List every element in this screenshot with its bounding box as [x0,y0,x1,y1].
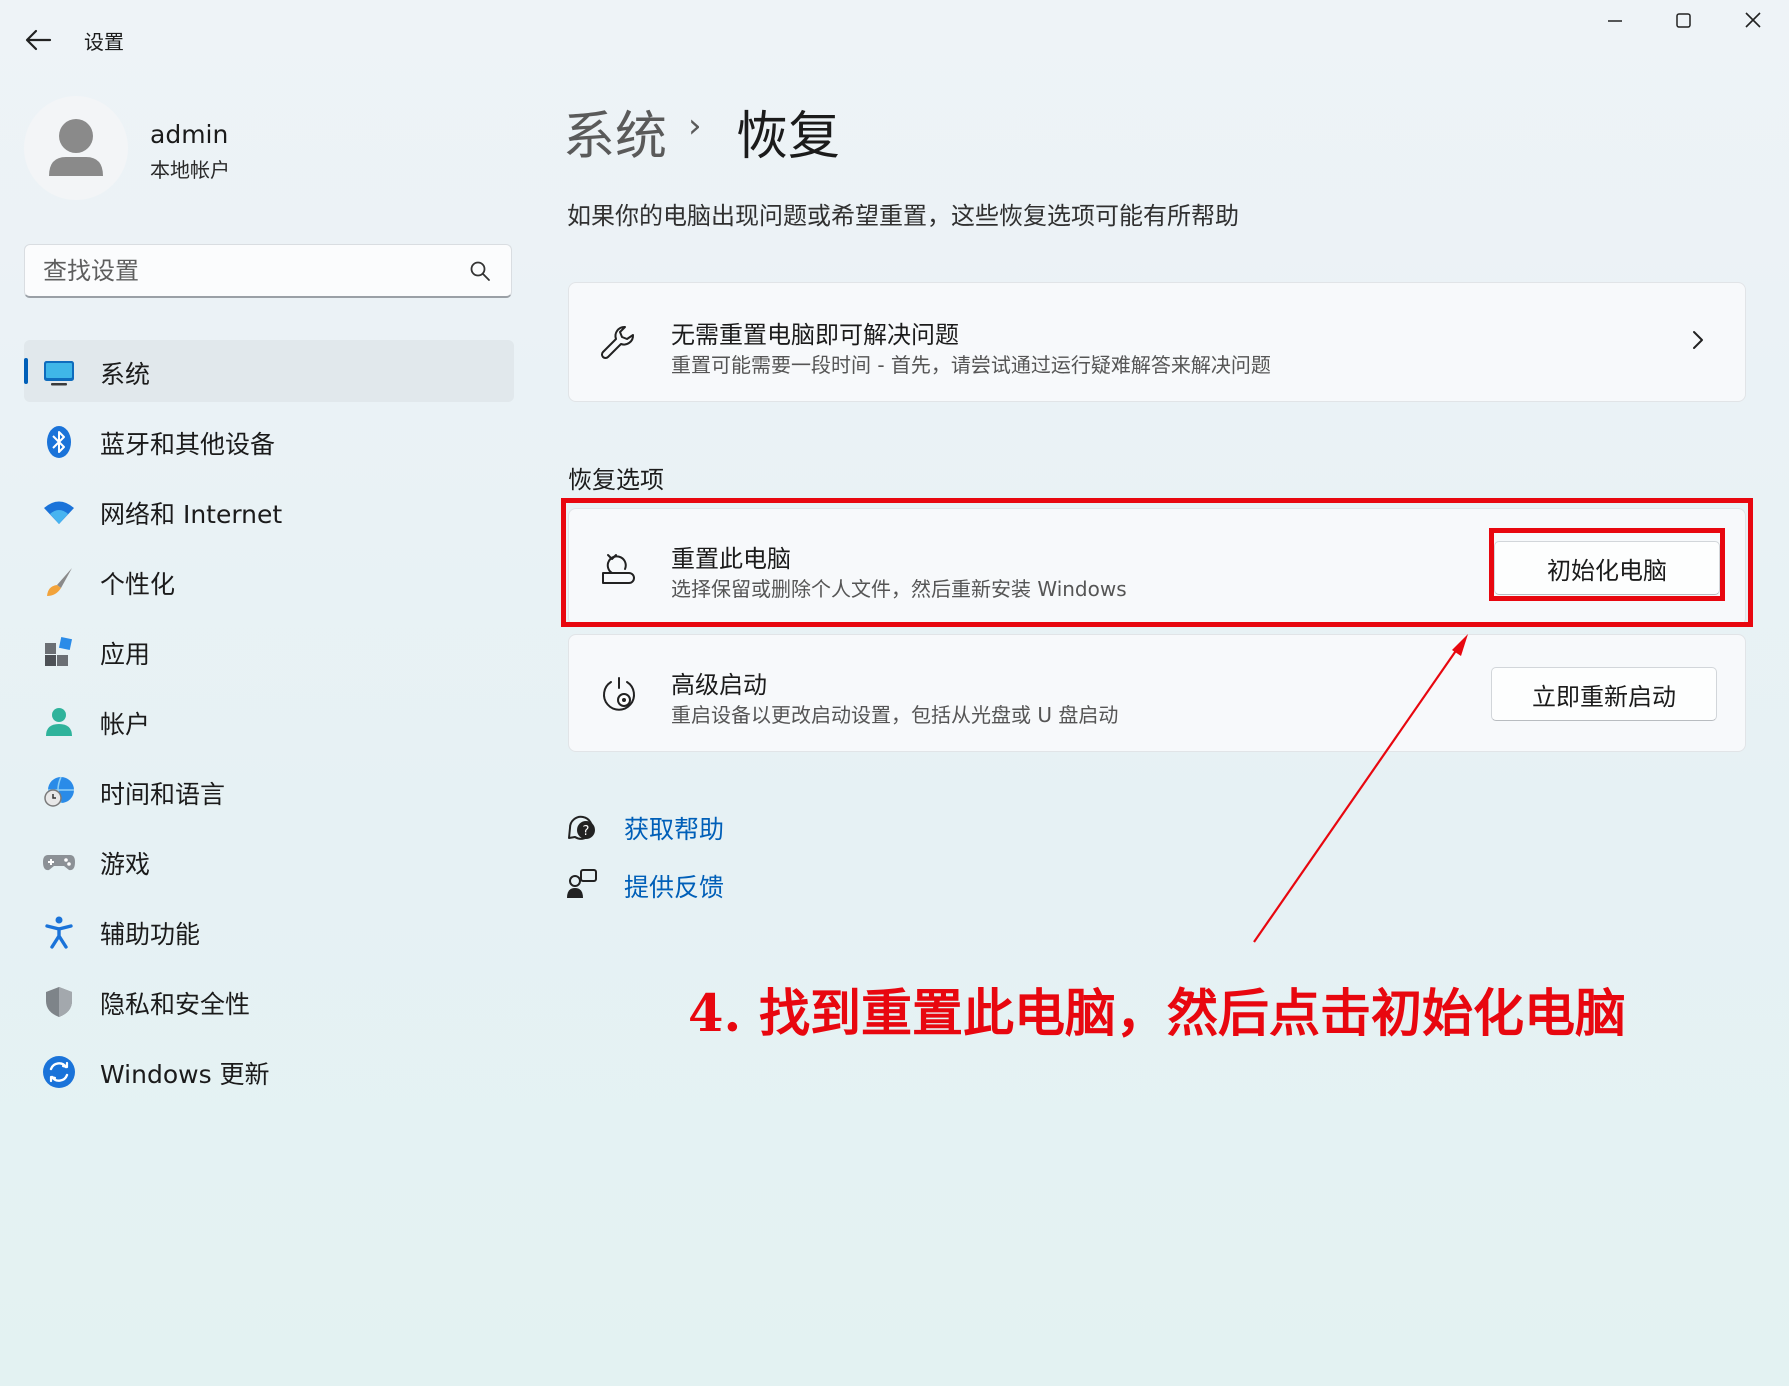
chevron-right-icon [1693,331,1703,349]
nav-label: 系统 [100,360,151,389]
nav-label: 个性化 [100,570,176,599]
feedback-link[interactable]: 提供反馈 [566,868,724,902]
close-button[interactable] [1723,6,1783,36]
arrow-left-icon [25,29,52,51]
breadcrumb-separator: › [688,106,702,146]
nav-label: 隐私和安全性 [100,990,251,1019]
breadcrumb-parent[interactable]: 系统 [563,94,667,169]
search-input[interactable] [43,245,453,297]
nav-label: 应用 [100,640,151,669]
wrench-icon [600,326,634,360]
highlight-reset-button [1489,528,1725,601]
sidebar-item-system[interactable]: 系统 [24,340,514,402]
close-icon [1745,12,1761,28]
system-display-icon [44,361,74,386]
nav-label: 网络和 Internet [100,500,283,529]
advanced-startup-card: 高级启动 重启设备以更改启动设置，包括从光盘或 U 盘启动 立即重新启动 [568,634,1746,752]
search-icon[interactable] [469,260,491,282]
maximize-button[interactable] [1653,6,1713,36]
feedback-label[interactable]: 提供反馈 [624,868,724,904]
apps-icon [45,636,73,666]
sidebar-item-apps[interactable]: 应用 [24,620,514,682]
nav-label: 时间和语言 [100,780,226,809]
minimize-icon [1608,20,1622,22]
avatar [24,96,128,200]
selected-indicator [24,358,28,384]
update-icon [43,1056,75,1088]
card-title: 无需重置电脑即可解决问题 [671,321,959,349]
sidebar-item-accounts[interactable]: 帐户 [24,690,514,752]
shield-icon [46,987,72,1017]
feedback-icon [567,869,597,898]
restart-now-button[interactable]: 立即重新启动 [1491,667,1717,721]
account-type: 本地帐户 [150,158,230,182]
annotation-text: 4. 找到重置此电脑，然后点击初始化电脑 [688,984,1626,1044]
wifi-icon [44,501,74,524]
get-help-label[interactable]: 获取帮助 [624,810,724,846]
annotation-arrow [1253,634,1468,943]
bluetooth-icon [47,426,71,458]
globe-clock-icon [44,776,74,807]
gamepad-icon [43,855,75,871]
help-chat-icon: ? [568,815,595,840]
sidebar-item-gaming[interactable]: 游戏 [24,830,514,892]
sidebar-item-network[interactable]: 网络和 Internet [24,480,514,542]
sidebar-item-personalization[interactable]: 个性化 [24,550,514,612]
card-subtitle: 重置可能需要一段时间 - 首先，请尝试通过运行疑难解答来解决问题 [671,353,1271,377]
sidebar-item-privacy[interactable]: 隐私和安全性 [24,970,514,1032]
nav-label: 游戏 [100,850,151,879]
brush-icon [47,568,72,596]
sidebar-item-accessibility[interactable]: 辅助功能 [24,900,514,962]
back-button[interactable] [20,22,56,58]
nav-label: 帐户 [100,710,151,739]
search-box [24,244,512,298]
user-silhouette-icon [49,119,103,176]
troubleshoot-card[interactable]: 无需重置电脑即可解决问题 重置可能需要一段时间 - 首先，请尝试通过运行疑难解答… [568,282,1746,402]
nav-label: 蓝牙和其他设备 [100,430,276,459]
nav-label: Windows 更新 [100,1060,270,1089]
svg-text:?: ? [583,824,590,839]
nav-label: 辅助功能 [100,920,201,949]
maximize-icon [1676,13,1691,28]
page-title: 恢复 [736,107,841,167]
user-name: admin [150,120,229,149]
app-title: 设置 [84,30,124,54]
card-subtitle: 重启设备以更改启动设置，包括从光盘或 U 盘启动 [671,703,1119,727]
get-help-link[interactable]: ? 获取帮助 [566,810,724,844]
minimize-button[interactable] [1584,6,1644,36]
sidebar-item-time-language[interactable]: 时间和语言 [24,760,514,822]
section-heading: 恢复选项 [568,466,664,494]
sidebar-item-windows-update[interactable]: Windows 更新 [24,1040,514,1102]
accessibility-icon [45,916,73,949]
sidebar-item-bluetooth[interactable]: 蓝牙和其他设备 [24,410,514,472]
restart-gear-icon [603,677,635,711]
page-description: 如果你的电脑出现问题或希望重置，这些恢复选项可能有所帮助 [567,202,1239,230]
card-title: 高级启动 [671,671,767,699]
account-icon [46,708,72,736]
